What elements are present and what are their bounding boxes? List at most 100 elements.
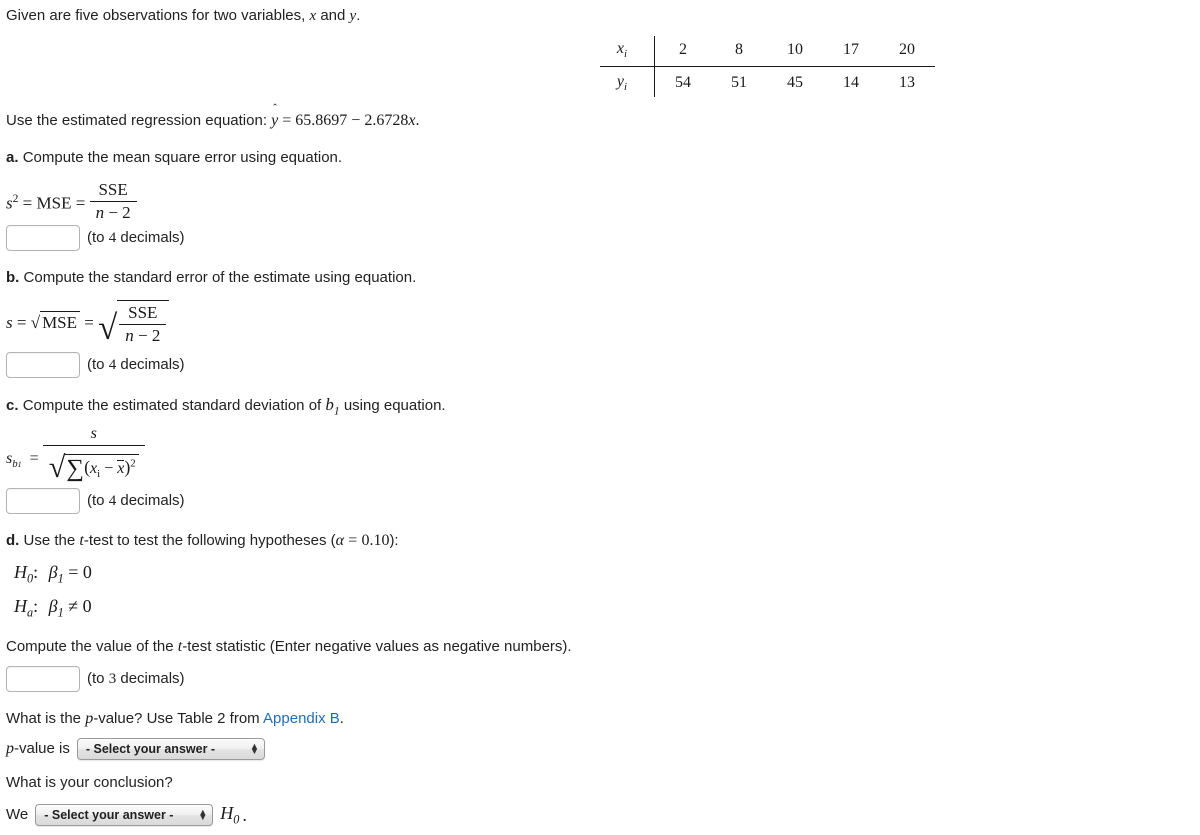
ha-colon: : bbox=[33, 596, 39, 616]
formula-b-equals-1: = bbox=[16, 312, 27, 332]
data-table-grid: xi 2 8 10 17 20 yi 54 51 45 14 13 bbox=[600, 36, 935, 98]
radical-sign-large-icon: √ bbox=[98, 308, 118, 348]
part-d-prompt-pre: Use the bbox=[23, 532, 76, 549]
part-b-decimals-hint: (to 4 decimals) bbox=[87, 356, 185, 373]
select-arrows-icon: ▲ ▼ bbox=[198, 806, 208, 823]
formula-c-lhs: sb1 bbox=[6, 449, 22, 470]
part-b-answer-input[interactable] bbox=[6, 352, 80, 378]
formula-b-sqrt-mse: √ MSE bbox=[30, 310, 81, 333]
table-row-x: xi 2 8 10 17 20 bbox=[600, 36, 935, 68]
regression-formula: ̂y = 65.8697 − 2.6728x. bbox=[271, 112, 420, 129]
worksheet-page: Given are five observations for two vari… bbox=[0, 0, 1200, 835]
cell-y-1: 54 bbox=[675, 74, 691, 92]
cell-x-2: 8 bbox=[711, 36, 767, 68]
hypothesis-null: H0: β1 = 0 bbox=[14, 562, 92, 587]
intro-conjunction: and bbox=[320, 7, 346, 24]
cell-y-3: 45 bbox=[787, 74, 803, 92]
part-d-prompt-post: ): bbox=[389, 532, 399, 549]
cell-y-4: 14 bbox=[843, 74, 859, 92]
appendix-b-link[interactable]: Appendix B bbox=[263, 710, 340, 727]
formula-a-fraction: SSE n − 2 bbox=[89, 180, 137, 223]
ha-name: Ha bbox=[14, 596, 34, 620]
part-c-formula: sb1 = s √ ∑(xi − x)2 bbox=[6, 425, 145, 486]
pvalue-p-symbol: p bbox=[85, 710, 94, 727]
regression-equation-line: Use the estimated regression equation: ̂… bbox=[6, 110, 419, 132]
part-d-answer-row: (to 3 decimals) bbox=[6, 666, 185, 692]
part-d-prompt-mid: -test to test the following hypotheses ( bbox=[83, 532, 336, 549]
conclusion-answer-row: We - Select your answer - ▲ ▼ H0. bbox=[6, 803, 247, 828]
formula-c-sqrt: √ ∑(xi − x)2 bbox=[49, 449, 139, 485]
cell-x-4: 17 bbox=[823, 36, 879, 68]
part-c-prompt-text-post: using equation. bbox=[343, 397, 446, 414]
formula-c-numerator: s bbox=[42, 425, 145, 447]
part-a-formula: s2 = MSE = SSE n − 2 bbox=[6, 180, 137, 223]
intro-text-before: Given are five observations for two vari… bbox=[6, 7, 306, 24]
formula-a-exponent: 2 bbox=[12, 192, 19, 206]
part-a-label: a. bbox=[6, 149, 19, 166]
pvalue-select[interactable]: - Select your answer - ▲ ▼ bbox=[76, 738, 265, 760]
formula-b-sqrt-fraction: √ SSE n − 2 bbox=[98, 300, 170, 348]
cell-x-1: 2 bbox=[654, 36, 711, 68]
radical-sign-icon: √ bbox=[48, 450, 66, 485]
formula-c-fraction: s √ ∑(xi − x)2 bbox=[42, 425, 145, 486]
formula-b-fraction: SSE n − 2 bbox=[119, 303, 167, 346]
h0-colon: : bbox=[33, 562, 39, 582]
formula-b-denominator: n − 2 bbox=[125, 325, 161, 345]
conclusion-lead-text: We bbox=[6, 806, 29, 824]
formula-a-s: s bbox=[6, 193, 13, 213]
formula-a-denominator: n − 2 bbox=[95, 202, 131, 222]
row-label-y: yi bbox=[600, 66, 655, 98]
part-c-answer-row: (to 4 decimals) bbox=[6, 488, 185, 514]
observations-table: xi 2 8 10 17 20 yi 54 51 45 14 13 bbox=[600, 36, 935, 98]
intro-period: . bbox=[356, 7, 361, 24]
cell-x-3: 10 bbox=[767, 36, 823, 68]
select-arrows-icon: ▲ ▼ bbox=[249, 740, 259, 756]
formula-c-denominator: √ ∑(xi − x)2 bbox=[43, 446, 145, 485]
h0-relation: = bbox=[68, 562, 79, 582]
part-b-prompt-text: Compute the standard error of the estima… bbox=[23, 269, 417, 286]
t-statistic-decimals-hint: (to 3 decimals) bbox=[87, 670, 185, 687]
regression-lead-text: Use the estimated regression equation: bbox=[6, 112, 267, 129]
pvalue-answer-row: p-value is - Select your answer - ▲ ▼ bbox=[6, 738, 265, 760]
formula-a-mse: MSE bbox=[36, 193, 72, 213]
radical-sign-icon: √ bbox=[30, 312, 41, 332]
pvalue-question-mid: -value? Use Table 2 from bbox=[93, 710, 260, 727]
h0-value: 0 bbox=[82, 562, 92, 582]
formula-b-equals-2: = bbox=[84, 312, 94, 332]
part-c-prompt: c. Compute the estimated standard deviat… bbox=[6, 394, 446, 419]
part-b-prompt: b. Compute the standard error of the est… bbox=[6, 268, 416, 288]
part-a-answer-input[interactable] bbox=[6, 225, 80, 251]
part-c-answer-input[interactable] bbox=[6, 488, 80, 514]
formula-b-s: s bbox=[6, 312, 13, 332]
part-b-answer-row: (to 4 decimals) bbox=[6, 352, 185, 378]
part-c-label: c. bbox=[6, 397, 19, 414]
formula-c-equals: = bbox=[29, 449, 39, 467]
pvalue-select-label: - Select your answer - bbox=[85, 742, 216, 756]
part-a-prompt: a. Compute the mean square error using e… bbox=[6, 148, 342, 168]
part-d-alpha-symbol: α bbox=[335, 532, 345, 549]
pvalue-question: What is the p-value? Use Table 2 from Ap… bbox=[6, 708, 344, 730]
part-d-prompt: d. Use the t-test to test the following … bbox=[6, 530, 399, 552]
part-c-decimals-hint: (to 4 decimals) bbox=[87, 492, 185, 509]
part-c-symbol-b1: b1 bbox=[325, 395, 340, 418]
intro-sentence: Given are five observations for two vari… bbox=[6, 6, 360, 26]
t-statistic-input[interactable] bbox=[6, 666, 80, 692]
cell-y-5: 13 bbox=[899, 74, 915, 92]
pvalue-question-pre: What is the bbox=[6, 710, 82, 727]
part-c-prompt-text-pre: Compute the estimated standard deviation… bbox=[22, 397, 322, 414]
part-d-label: d. bbox=[6, 532, 20, 549]
intro-variable-x: x bbox=[309, 8, 317, 24]
part-d-alpha-value: 0.10 bbox=[361, 532, 390, 549]
pvalue-question-period: . bbox=[339, 710, 344, 727]
pvalue-answer-label: p-value is bbox=[6, 740, 70, 758]
part-b-label: b. bbox=[6, 269, 20, 286]
conclusion-period: . bbox=[242, 804, 247, 825]
h0-name: H0 bbox=[14, 562, 34, 586]
conclusion-select[interactable]: - Select your answer - ▲ ▼ bbox=[35, 804, 214, 827]
part-a-answer-row: (to 4 decimals) bbox=[6, 225, 185, 251]
h0-parameter: β1 bbox=[48, 562, 64, 586]
formula-a-numerator: SSE bbox=[89, 180, 137, 202]
ha-parameter: β1 bbox=[48, 596, 64, 620]
hypothesis-alternative: Ha: β1 ≠ 0 bbox=[14, 596, 92, 621]
t-statistic-prompt: Compute the value of the t-test statisti… bbox=[6, 636, 572, 658]
